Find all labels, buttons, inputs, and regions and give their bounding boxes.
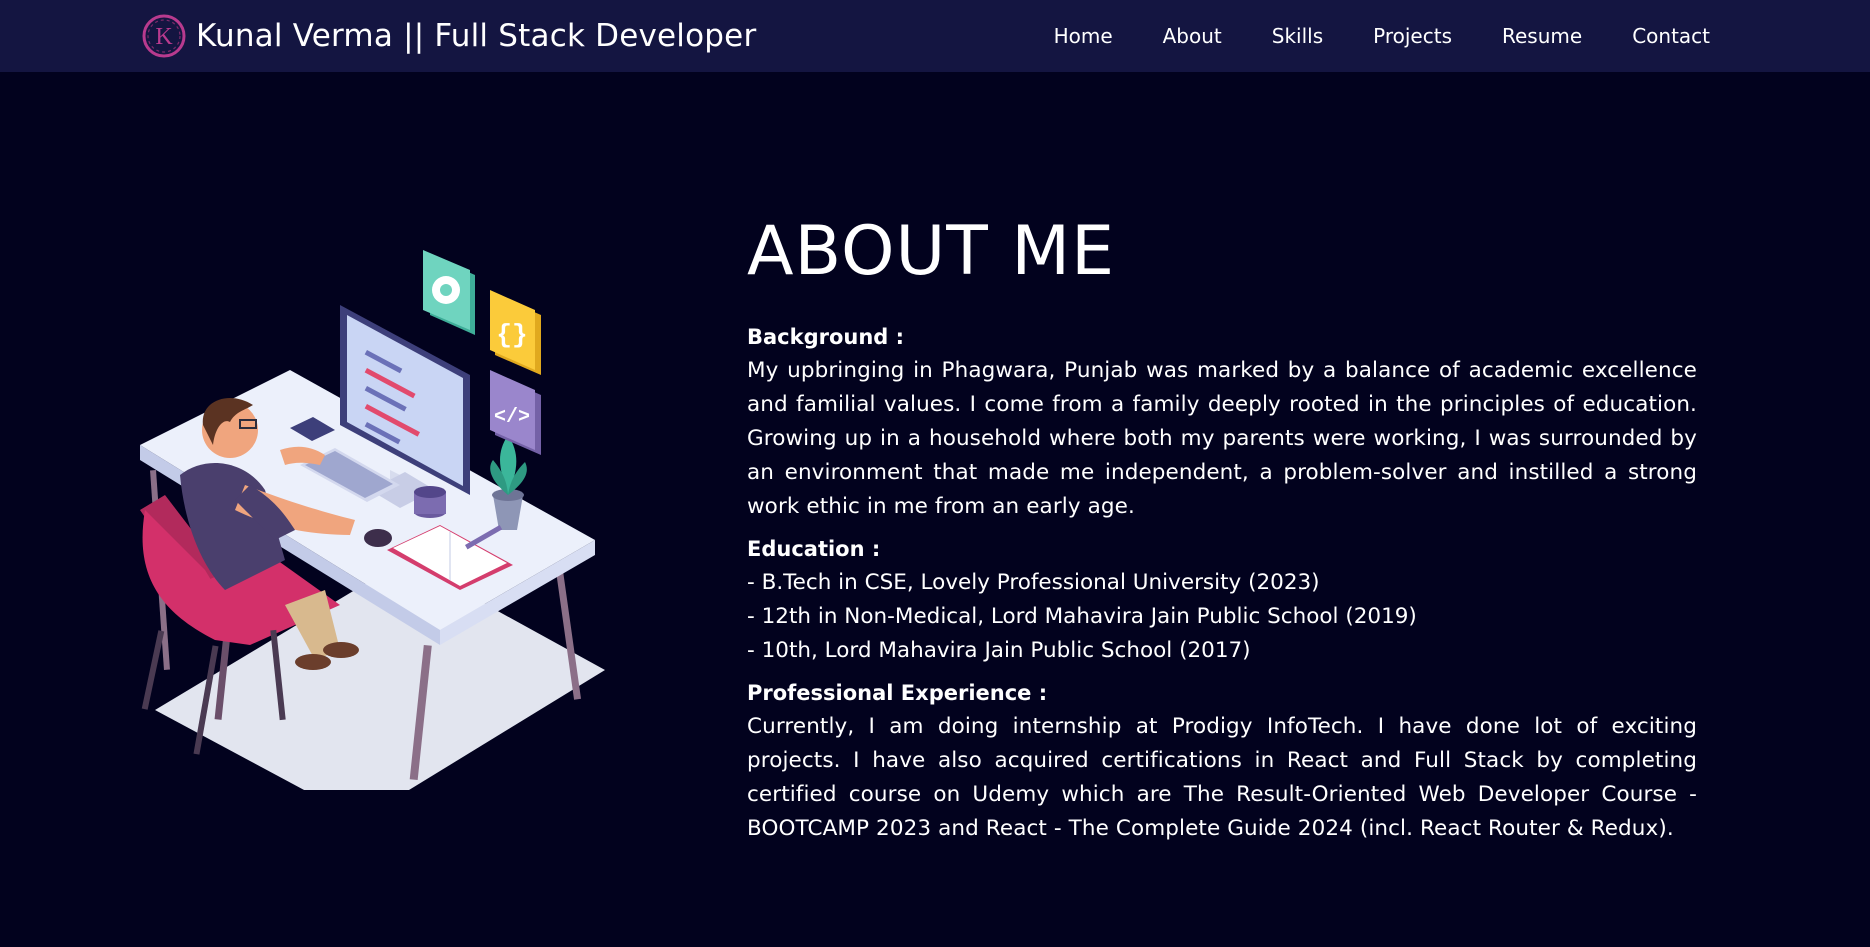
education-title: Education : <box>747 537 881 561</box>
brand-title: Kunal Verma || Full Stack Developer <box>196 18 757 54</box>
nav-contact[interactable]: Contact <box>1632 24 1710 48</box>
nav-skills[interactable]: Skills <box>1272 24 1323 48</box>
navbar: K Kunal Verma || Full Stack Developer Ho… <box>0 0 1870 72</box>
curly-braces-icon: {} <box>490 290 541 375</box>
code-tag-icon: </> <box>490 370 541 455</box>
education-list: - B.Tech in CSE, Lovely Professional Uni… <box>747 566 1697 668</box>
education-item: - B.Tech in CSE, Lovely Professional Uni… <box>747 570 1320 595</box>
education-item: - 10th, Lord Mahavira Jain Public School… <box>747 638 1251 663</box>
nav-menu: Home About Skills Projects Resume Contac… <box>1004 0 1710 72</box>
about-section: ABOUT ME Background : My upbringing in P… <box>747 210 1697 854</box>
svg-text:{}: {} <box>496 320 527 350</box>
background-section: Background : My upbringing in Phagwara, … <box>747 320 1697 524</box>
brand-link[interactable]: K Kunal Verma || Full Stack Developer <box>140 10 756 62</box>
developer-illustration: {} </> <box>135 250 605 820</box>
education-section: Education : - B.Tech in CSE, Lovely Prof… <box>747 532 1697 668</box>
nav-projects[interactable]: Projects <box>1373 24 1452 48</box>
gear-icon <box>423 250 475 335</box>
education-item: - 12th in Non-Medical, Lord Mahavira Jai… <box>747 604 1417 629</box>
nav-resume[interactable]: Resume <box>1502 24 1582 48</box>
background-text: My upbringing in Phagwara, Punjab was ma… <box>747 358 1697 519</box>
logo-k-icon: K <box>140 12 188 60</box>
experience-section: Professional Experience : Currently, I a… <box>747 676 1697 846</box>
svg-text:K: K <box>155 24 173 50</box>
background-title: Background : <box>747 325 905 349</box>
experience-title: Professional Experience : <box>747 681 1048 705</box>
about-heading: ABOUT ME <box>747 212 1116 291</box>
nav-home[interactable]: Home <box>1054 24 1113 48</box>
svg-text:</>: </> <box>494 406 530 429</box>
experience-text: Currently, I am doing internship at Prod… <box>747 714 1697 841</box>
nav-about[interactable]: About <box>1163 24 1222 48</box>
